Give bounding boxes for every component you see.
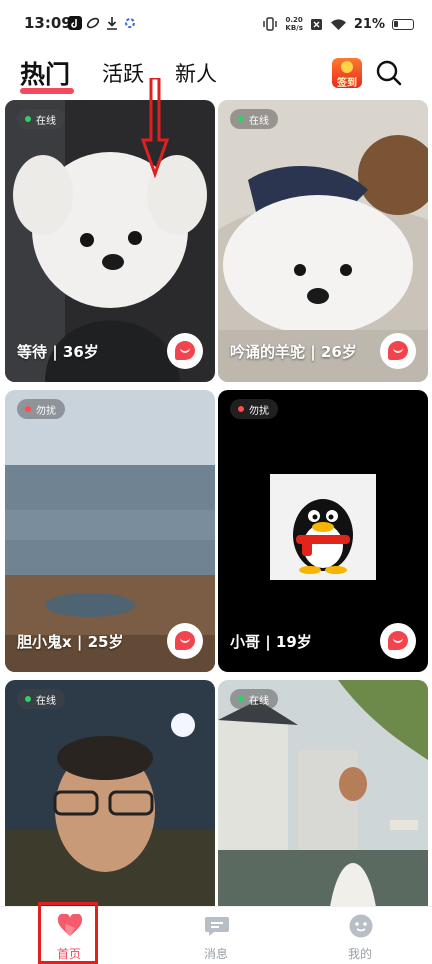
active-tab-indicator xyxy=(20,88,74,94)
user-card[interactable]: 勿扰 小哥 | 19岁 xyxy=(218,390,428,672)
status-dot xyxy=(25,406,31,412)
net-speed-unit: KB/s xyxy=(285,24,303,32)
message-icon xyxy=(205,917,229,936)
status-badge: 在线 xyxy=(17,109,65,129)
status-text: 在线 xyxy=(36,695,56,707)
profile-icon xyxy=(349,914,373,938)
user-caption: 胆小鬼x | 25岁 xyxy=(17,633,124,651)
no-sim-icon xyxy=(310,18,322,30)
user-card[interactable]: 在线 xyxy=(218,680,428,910)
chat-button[interactable] xyxy=(380,623,416,659)
checkin-label: 签到 xyxy=(337,78,357,89)
status-text: 在线 xyxy=(36,115,56,127)
app-icon xyxy=(86,17,100,29)
nav-label-profile: 我的 xyxy=(347,947,372,961)
status-badge: 勿扰 xyxy=(17,399,65,419)
user-caption: 等待 | 36岁 xyxy=(17,343,99,361)
coin-icon xyxy=(341,61,353,73)
status-dot xyxy=(238,696,244,702)
tiktok-icon xyxy=(68,16,82,30)
user-caption: 吟诵的羊驼 | 26岁 xyxy=(230,343,357,361)
user-card[interactable]: 勿扰 胆小鬼x | 25岁 xyxy=(5,390,215,672)
nav-profile[interactable]: 我的 xyxy=(310,907,410,964)
user-card[interactable]: 在线 吟诵的羊驼 | 26岁 xyxy=(218,100,428,382)
status-dot xyxy=(25,696,31,702)
status-dot xyxy=(238,116,244,122)
highlight-box xyxy=(38,902,98,964)
header: 热门 活跃 新人 xyxy=(0,48,432,98)
status-badge: 在线 xyxy=(230,689,278,709)
status-text: 在线 xyxy=(249,115,269,127)
status-indicators: 0.20 KB/s 21% xyxy=(262,13,414,35)
tab-new[interactable]: 新人 xyxy=(175,58,217,88)
nav-messages[interactable]: 消息 xyxy=(166,907,266,964)
status-time: 13:09 xyxy=(24,14,72,32)
sync-icon xyxy=(125,18,135,28)
user-photo xyxy=(5,680,215,910)
chat-button[interactable] xyxy=(167,623,203,659)
status-dot xyxy=(238,406,244,412)
status-bar: 13:09 0.20 KB/s 21% xyxy=(0,0,432,48)
wifi-icon xyxy=(330,18,346,30)
status-badge: 在线 xyxy=(230,109,278,129)
checkin-button[interactable]: 签到 xyxy=(332,58,362,89)
user-grid: 在线 等待 | 36岁 在线 吟诵的羊驼 | 26岁 勿扰 胆小鬼x | 25岁… xyxy=(0,100,432,910)
status-dot xyxy=(25,116,31,122)
vibrate-icon xyxy=(263,17,278,31)
net-speed-value: 0.20 xyxy=(285,16,303,24)
user-card[interactable]: 在线 等待 | 36岁 xyxy=(5,100,215,382)
user-photo xyxy=(218,680,428,910)
net-speed: 0.20 KB/s xyxy=(285,16,302,32)
download-icon xyxy=(107,17,117,30)
battery-text: 21% xyxy=(353,16,385,32)
status-text: 勿扰 xyxy=(36,405,56,417)
user-card[interactable]: 在线 xyxy=(5,680,215,910)
down-arrow-icon xyxy=(140,78,170,178)
battery-icon xyxy=(392,18,414,30)
nav-label-messages: 消息 xyxy=(203,947,228,961)
tab-hot[interactable]: 热门 xyxy=(20,55,70,91)
chat-button[interactable] xyxy=(380,333,416,369)
status-badge: 勿扰 xyxy=(230,399,278,419)
status-text: 在线 xyxy=(249,695,269,707)
chat-button[interactable] xyxy=(167,333,203,369)
tab-active[interactable]: 活跃 xyxy=(102,58,144,88)
status-text: 勿扰 xyxy=(249,405,269,417)
status-badge: 在线 xyxy=(17,689,65,709)
search-icon[interactable] xyxy=(374,58,404,88)
user-caption: 小哥 | 19岁 xyxy=(230,633,312,651)
